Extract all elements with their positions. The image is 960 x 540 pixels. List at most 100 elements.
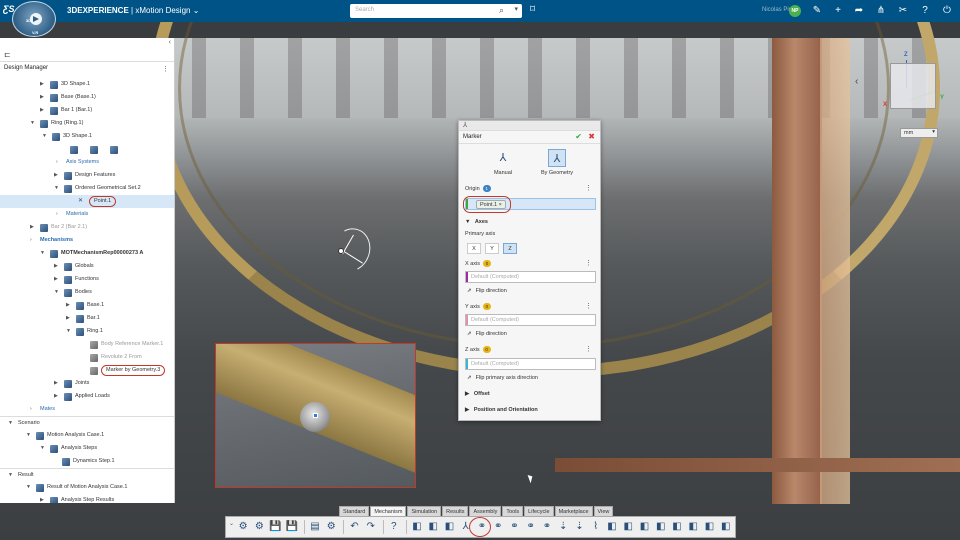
tree-row[interactable]: Revolute 2 From — [0, 351, 174, 364]
help-icon[interactable]: ? — [387, 519, 401, 535]
tree-row[interactable]: Body Reference Marker.1 — [0, 338, 174, 351]
flip-x-button[interactable]: ⇗ Flip direction — [467, 288, 507, 294]
compass-icon[interactable]: 3D V,R — [12, 1, 56, 37]
tools-icon[interactable]: ✂ — [896, 4, 910, 18]
search-input[interactable]: Search ⌕ ▾ — [350, 4, 522, 18]
mode-by-geometry-button[interactable]: ⅄ By Geometry — [532, 149, 582, 176]
tree-row[interactable]: ▶ Bar 1 (Bar.1) — [0, 104, 174, 117]
spring-icon[interactable]: ⌇ — [589, 519, 603, 535]
axis-z-button[interactable]: Z — [503, 243, 517, 254]
tree-icon[interactable]: ⊏ — [4, 50, 11, 59]
axis-x-button[interactable]: X — [467, 243, 481, 254]
chevron-left-icon[interactable]: ‹ — [855, 76, 858, 87]
tree-row[interactable]: ▼ 3D Shape.1 — [0, 130, 174, 143]
flip-primary-button[interactable]: ⇗ Flip primary axis direction — [467, 375, 538, 381]
mode-manual-button[interactable]: ⅄ Manual — [478, 149, 528, 176]
joint-icon[interactable]: ⚭ — [540, 519, 554, 535]
avatar[interactable]: NP — [789, 5, 801, 17]
dialog-grip[interactable]: ⅄ — [459, 121, 600, 131]
more-options-icon[interactable]: ⋮ — [585, 345, 592, 353]
part-icon[interactable]: ◧ — [410, 519, 424, 535]
base-part[interactable] — [555, 458, 960, 472]
chevron-right-icon[interactable]: ▶ — [54, 273, 60, 286]
tab-assembly[interactable]: Assembly — [469, 506, 502, 516]
chevron-down-icon[interactable]: ⌄ — [229, 520, 234, 527]
chevron-down-icon[interactable]: ▼ — [42, 130, 48, 143]
help-icon[interactable]: ? — [918, 4, 932, 18]
chevron-right-icon[interactable]: ▶ — [40, 104, 46, 117]
tree-row[interactable]: Marker by Geometry.3 — [0, 364, 174, 377]
view-cube[interactable] — [890, 63, 936, 109]
ok-check-icon[interactable]: ✔ — [575, 132, 582, 141]
layers-icon[interactable]: ▤ — [308, 519, 322, 535]
joint-icon[interactable]: ⚭ — [491, 519, 505, 535]
gear-icon[interactable]: ⚙ — [236, 519, 250, 535]
tree-row[interactable]: ▶ Functions — [0, 273, 174, 286]
tab-lifecycle[interactable]: Lifecycle — [524, 506, 554, 516]
gear-icon[interactable]: ⚙ — [252, 519, 266, 535]
redo-icon[interactable]: ↷ — [364, 519, 378, 535]
tree-row[interactable]: ✕ Point.1 — [0, 195, 174, 208]
tree-row[interactable]: ▶ Base (Base.1) — [0, 91, 174, 104]
part-icon[interactable]: ◧ — [426, 519, 440, 535]
search-icon[interactable]: ⌕ — [499, 5, 504, 16]
save-icon[interactable]: 💾 — [285, 519, 299, 535]
part-icon[interactable]: ◧ — [605, 519, 619, 535]
part-icon[interactable]: ◧ — [637, 519, 651, 535]
tree-row[interactable]: › Axis Systems — [0, 156, 174, 169]
tab-standard[interactable]: Standard — [339, 506, 370, 516]
tab-marketplace[interactable]: Marketplace — [554, 506, 593, 516]
share-icon[interactable]: ➦ — [852, 4, 866, 18]
chevron-down-icon[interactable]: ▼ — [26, 429, 32, 442]
chevron-right-icon[interactable]: ▶ — [54, 377, 60, 390]
tab-view[interactable]: View — [593, 506, 614, 516]
part-icon[interactable]: ◧ — [719, 519, 733, 535]
chevron-right-icon[interactable]: ▶ — [40, 78, 46, 91]
axis-system-icon[interactable] — [110, 146, 118, 154]
chevron-down-icon[interactable]: ▼ — [30, 117, 36, 130]
tree-row[interactable]: ▶ 3D Shape.1 — [0, 78, 174, 91]
joint-icon[interactable]: ⚭ — [507, 519, 521, 535]
tree-row[interactable]: ▶ Globals — [0, 260, 174, 273]
tree-row[interactable]: › Mates — [0, 403, 174, 416]
part-icon[interactable]: ◧ — [442, 519, 456, 535]
axis-system-icon[interactable] — [90, 146, 98, 154]
play-icon[interactable] — [33, 16, 39, 22]
tag-icon[interactable]: ⌑ — [530, 4, 535, 15]
chevron-right-icon[interactable]: ▶ — [54, 260, 60, 273]
bar-part[interactable] — [772, 38, 822, 504]
tree-row[interactable]: ▶ Design Features — [0, 169, 174, 182]
tree-row[interactable]: ▼ MOTMechanismRep00000273 A — [0, 247, 174, 260]
part-icon[interactable]: ◧ — [702, 519, 716, 535]
tree-row[interactable]: › Materials — [0, 208, 174, 221]
load-icon[interactable]: ⇣ — [556, 519, 570, 535]
chevron-down-icon[interactable]: ▼ — [26, 481, 32, 494]
close-icon[interactable]: ✖ — [588, 132, 595, 141]
chevron-right-icon[interactable]: › — [30, 403, 36, 416]
tree-row[interactable]: ▼ Ring.1 — [0, 325, 174, 338]
tree-row[interactable]: ▶ Base.1 — [0, 299, 174, 312]
chevron-right-icon[interactable]: ▶ — [40, 91, 46, 104]
tree-row[interactable]: ▼ Result — [0, 468, 174, 481]
chevron-right-icon[interactable]: ▶ — [30, 221, 36, 234]
plus-icon[interactable]: + — [831, 4, 845, 18]
tree-row[interactable]: ▼ Analysis Steps — [0, 442, 174, 455]
tab-mechanism[interactable]: Mechanism — [370, 506, 407, 516]
gear-icon[interactable]: ⚙ — [324, 519, 338, 535]
y-axis-field[interactable]: Default (Computed) — [465, 314, 596, 326]
tree-row[interactable]: ▶ Bar.1 — [0, 312, 174, 325]
part-icon[interactable]: ◧ — [654, 519, 668, 535]
tree-row[interactable] — [0, 143, 174, 156]
flip-y-button[interactable]: ⇗ Flip direction — [467, 331, 507, 337]
axes-section[interactable]: ▼ Axes — [465, 219, 488, 225]
power-icon[interactable]: ⏻ — [940, 4, 954, 18]
chevron-down-icon[interactable]: ▼ — [40, 247, 46, 260]
network-icon[interactable]: ⋔ — [874, 4, 888, 18]
chevron-down-icon[interactable]: ▼ — [66, 325, 72, 338]
chevron-right-icon[interactable]: ▶ — [40, 494, 46, 503]
chevron-right-icon[interactable]: ▶ — [66, 312, 72, 325]
tree-row[interactable]: ▼ Motion Analysis Case.1 — [0, 429, 174, 442]
units-select[interactable]: mm ▾ — [900, 128, 938, 138]
tab-tools[interactable]: Tools — [502, 506, 524, 516]
axis-system-icon[interactable] — [70, 146, 78, 154]
